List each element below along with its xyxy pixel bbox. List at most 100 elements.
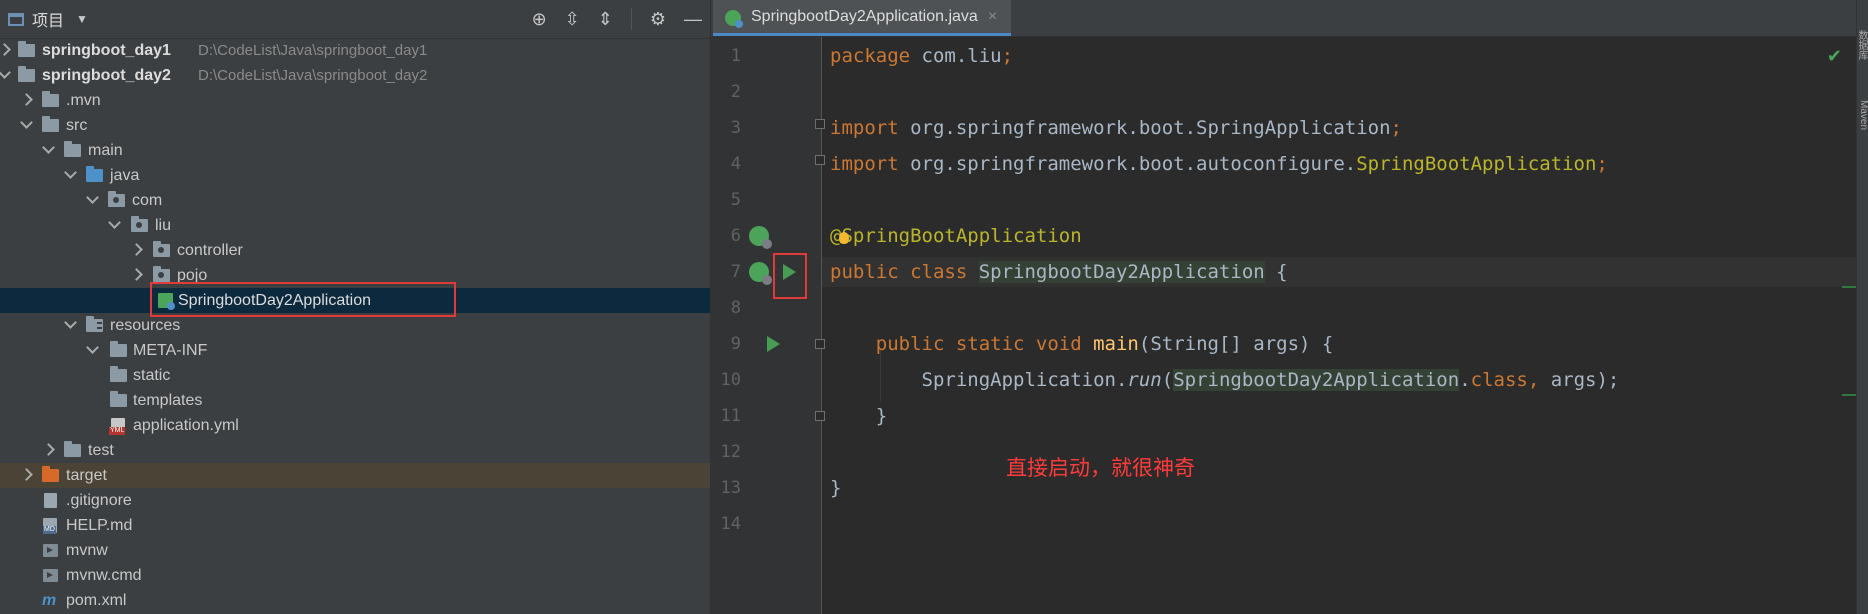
tree-item-label: .mvn [66, 92, 101, 109]
chevron-down-icon[interactable] [64, 316, 77, 329]
code-editor: SpringbootDay2Application.java × 1 2 3 4… [711, 0, 1856, 614]
fold-icon[interactable] [815, 119, 825, 129]
project-panel-title[interactable]: 项目 [32, 7, 64, 31]
maven-tool-tab[interactable]: Maven [1857, 100, 1868, 130]
chevron-down-icon[interactable] [64, 166, 77, 179]
code-line-10[interactable]: SpringApplication.run(SpringbootDay2Appl… [830, 365, 1619, 395]
chevron-right-icon[interactable] [130, 268, 143, 281]
chevron-down-icon[interactable]: ▼ [76, 12, 88, 26]
tree-item-label: liu [155, 217, 172, 234]
tree-item-label: mvnw.cmd [66, 567, 142, 584]
tree-item-help-md[interactable]: HELP.md [0, 513, 710, 538]
lightbulb-icon[interactable] [839, 232, 849, 244]
tree-item-liu[interactable]: liu [0, 213, 710, 238]
project-panel: 项目 ▼ ⊕ ⇳ ⇕ ⚙ — springboot_day1 D:\CodeLi… [0, 0, 710, 614]
tree-item-mvnw[interactable]: mvnw [0, 538, 710, 563]
chevron-down-icon[interactable] [0, 66, 11, 79]
source-folder-icon [86, 166, 103, 182]
yml-file-icon [109, 418, 126, 435]
expand-all-icon[interactable]: ⇳ [565, 9, 580, 30]
fold-icon[interactable] [815, 411, 825, 421]
spring-bean-scan-icon[interactable] [749, 226, 772, 249]
package-icon [131, 216, 148, 232]
tree-item-pojo[interactable]: pojo [0, 263, 710, 288]
chevron-right-icon[interactable] [42, 443, 55, 456]
locate-icon[interactable]: ⊕ [532, 9, 547, 30]
chevron-down-icon[interactable] [20, 116, 33, 129]
code-line-4[interactable]: import org.springframework.boot.autoconf… [830, 149, 1608, 179]
tree-item-com[interactable]: com [0, 188, 710, 213]
tree-item-test[interactable]: test [0, 438, 710, 463]
fold-icon[interactable] [815, 339, 825, 349]
chevron-right-icon[interactable] [20, 468, 33, 481]
tree-item-label: com [132, 192, 163, 209]
tree-item-application-yml[interactable]: application.yml [0, 413, 710, 438]
chevron-right-icon[interactable] [130, 243, 143, 256]
line-number: 10 [720, 370, 741, 390]
code-line-3[interactable]: import org.springframework.boot.SpringAp… [830, 113, 1402, 143]
run-main-icon[interactable] [767, 336, 780, 352]
code-line-1[interactable]: package com.liu; [830, 41, 1013, 71]
script-file-icon [43, 544, 58, 557]
project-panel-header: 项目 ▼ ⊕ ⇳ ⇕ ⚙ — [0, 0, 710, 39]
tree-item-mvn[interactable]: .mvn [0, 88, 710, 113]
tree-item-label: springboot_day2 [42, 67, 171, 84]
tree-item-springboot-day2[interactable]: springboot_day2 D:\CodeList\Java\springb… [0, 63, 710, 88]
tree-item-controller[interactable]: controller [0, 238, 710, 263]
tree-item-label: META-INF [133, 342, 208, 359]
tree-item-main[interactable]: main [0, 138, 710, 163]
spring-bean-icon[interactable] [749, 262, 772, 285]
chevron-right-icon[interactable] [20, 93, 33, 106]
tree-item-springbootday2application[interactable]: SpringbootDay2Application [0, 288, 710, 313]
fold-icon[interactable] [815, 155, 825, 165]
package-icon [153, 266, 170, 282]
tree-item-springboot-day1[interactable]: springboot_day1 D:\CodeList\Java\springb… [0, 38, 710, 63]
tree-item-static[interactable]: static [0, 363, 710, 388]
scrollbar-marker[interactable] [1842, 394, 1856, 396]
tree-item-mvnw-cmd[interactable]: mvnw.cmd [0, 563, 710, 588]
folder-icon [42, 91, 59, 107]
inspection-ok-icon[interactable]: ✔ [1827, 46, 1842, 67]
excluded-folder-icon [42, 466, 59, 482]
tree-item-gitignore[interactable]: .gitignore [0, 488, 710, 513]
tree-item-label: pom.xml [66, 592, 127, 609]
tree-item-meta-inf[interactable]: META-INF [0, 338, 710, 363]
tree-item-pom-xml[interactable]: m pom.xml [0, 588, 710, 613]
chevron-right-icon[interactable] [0, 43, 11, 56]
line-number: 7 [730, 262, 741, 282]
maven-file-icon: m [42, 592, 57, 609]
chevron-down-icon[interactable] [42, 141, 55, 154]
line-number: 8 [730, 298, 741, 318]
run-icon[interactable] [783, 264, 796, 280]
package-icon [108, 191, 125, 207]
chevron-down-icon[interactable] [108, 216, 121, 229]
tree-item-templates[interactable]: templates [0, 388, 710, 413]
database-tool-tab[interactable]: 数据库 [1856, 30, 1868, 60]
tab-springbootday2application-java[interactable]: SpringbootDay2Application.java × [713, 0, 1012, 36]
chevron-down-icon[interactable] [86, 191, 99, 204]
tree-item-label: static [133, 367, 171, 384]
chevron-down-icon[interactable] [86, 341, 99, 354]
tree-item-resources[interactable]: resources [0, 313, 710, 338]
minimize-icon[interactable]: — [684, 9, 702, 30]
code-line-9[interactable]: public static void main(String[] args) { [830, 329, 1334, 359]
code-line-13[interactable]: } [830, 473, 841, 503]
gear-icon[interactable]: ⚙ [650, 9, 666, 30]
tree-item-label: springboot_day1 [42, 42, 171, 59]
tree-item-label: mvnw [66, 542, 108, 559]
line-number: 14 [720, 514, 741, 534]
folder-icon [110, 341, 127, 357]
code-line-6[interactable]: @SpringBootApplication [830, 221, 1082, 251]
close-icon[interactable]: × [988, 8, 997, 26]
scrollbar-marker[interactable] [1842, 286, 1856, 288]
tree-item-label: controller [177, 242, 243, 259]
line-number: 1 [730, 46, 741, 66]
code-line-11[interactable]: } [830, 401, 887, 431]
line-number: 9 [730, 334, 741, 354]
markdown-file-icon [43, 518, 57, 534]
tree-item-src[interactable]: src [0, 113, 710, 138]
code-line-7[interactable]: public class SpringbootDay2Application { [830, 257, 1288, 287]
collapse-all-icon[interactable]: ⇕ [598, 9, 613, 30]
tree-item-java[interactable]: java [0, 163, 710, 188]
tree-item-target[interactable]: target [0, 463, 710, 488]
